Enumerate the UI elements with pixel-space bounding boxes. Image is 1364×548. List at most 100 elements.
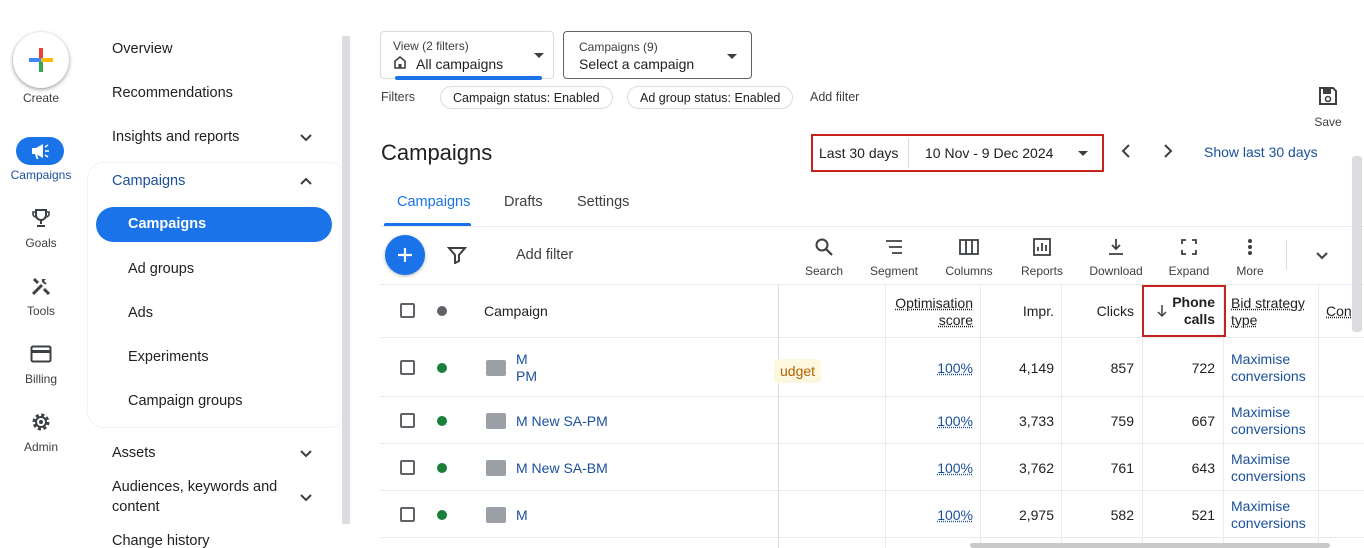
nav-item-campaign-groups[interactable]: Campaign groups xyxy=(128,393,242,409)
optimisation-score[interactable]: 100% xyxy=(885,507,973,523)
nav-item-experiments[interactable]: Experiments xyxy=(128,349,209,365)
table-horizontal-scrollbar[interactable] xyxy=(970,543,1330,548)
optimisation-score[interactable]: 100% xyxy=(885,413,973,429)
add-filter-link[interactable]: Add filter xyxy=(810,90,859,104)
row-checkbox[interactable] xyxy=(400,460,415,475)
nav-item-insights[interactable]: Insights and reports xyxy=(112,129,239,145)
toolbar-download[interactable]: Download xyxy=(1086,236,1146,278)
bid-strategy[interactable]: Maximise conversions xyxy=(1231,451,1306,485)
header-phone-calls[interactable]: Phone calls xyxy=(1170,294,1215,328)
campaign-name-link[interactable]: M xyxy=(516,507,528,523)
rail-item-billing[interactable] xyxy=(27,342,55,366)
tab-campaigns[interactable]: Campaigns xyxy=(397,194,470,210)
row-checkbox[interactable] xyxy=(400,507,415,522)
date-separator xyxy=(908,138,909,168)
header-impressions[interactable]: Impr. xyxy=(980,303,1054,319)
view-selector[interactable]: View (2 filters) All campaigns xyxy=(380,31,554,80)
toolbar-search[interactable]: Search xyxy=(802,236,846,278)
show-last-30-days-link[interactable]: Show last 30 days xyxy=(1204,144,1318,160)
header-opt-line2: score xyxy=(938,312,973,328)
row-divider xyxy=(380,537,1364,538)
toolbar-columns[interactable]: Columns xyxy=(942,236,996,278)
nav-item-assets[interactable]: Assets xyxy=(112,445,156,461)
select-all-checkbox[interactable] xyxy=(400,303,415,318)
row-checkbox[interactable] xyxy=(400,413,415,428)
add-button[interactable] xyxy=(385,235,425,275)
nav-scrollbar[interactable] xyxy=(342,36,350,524)
optimisation-score[interactable]: 100% xyxy=(885,460,973,476)
toolbar-segment[interactable]: Segment xyxy=(868,236,920,278)
date-range-picker[interactable]: Last 30 days 10 Nov - 9 Dec 2024 xyxy=(811,134,1104,172)
campaign-name-link[interactable]: M PM xyxy=(516,351,537,385)
rail-item-campaigns[interactable] xyxy=(16,137,64,165)
nav-item-campaigns-active[interactable]: Campaigns xyxy=(96,207,332,242)
expand-icon xyxy=(1181,239,1197,255)
clicks: 759 xyxy=(1110,413,1134,429)
optimisation-score[interactable]: 100% xyxy=(885,360,973,376)
status-enabled-dot xyxy=(437,510,447,520)
impressions: 4,149 xyxy=(1018,360,1054,376)
megaphone-icon xyxy=(32,144,49,159)
date-preset-label: Last 30 days xyxy=(819,145,899,161)
nav-item-recommendations[interactable]: Recommendations xyxy=(112,85,233,101)
rail-item-admin[interactable] xyxy=(27,410,55,434)
dropdown-arrow-icon xyxy=(534,53,544,58)
chevron-up-icon[interactable] xyxy=(298,173,314,189)
nav-item-ads[interactable]: Ads xyxy=(128,305,153,321)
save-button[interactable]: Save xyxy=(1310,86,1346,129)
limited-budget-badge[interactable]: udget xyxy=(774,359,822,383)
status-enabled-dot xyxy=(437,363,447,373)
campaign-selector[interactable]: Campaigns (9) Select a campaign xyxy=(563,31,752,79)
bid-strategy[interactable]: Maximise conversions xyxy=(1231,498,1306,532)
filter-chip-campaign-status[interactable]: Campaign status: Enabled xyxy=(440,86,613,109)
header-campaign[interactable]: Campaign xyxy=(484,303,548,319)
header-phone-line2: calls xyxy=(1183,311,1215,327)
columns-icon xyxy=(959,239,979,255)
left-rail: Create Campaigns Goals Tools Billing Adm… xyxy=(0,0,82,548)
nav-item-ad-groups[interactable]: Ad groups xyxy=(128,261,194,277)
tab-drafts[interactable]: Drafts xyxy=(504,194,543,210)
chevron-left-icon[interactable] xyxy=(1118,143,1134,159)
tab-settings[interactable]: Settings xyxy=(577,194,629,210)
reports-icon xyxy=(1033,238,1051,256)
table-vertical-scrollbar[interactable] xyxy=(1352,156,1362,332)
filter-icon[interactable] xyxy=(447,246,467,264)
trophy-icon xyxy=(32,209,50,227)
tools-icon xyxy=(31,277,51,296)
row-checkbox[interactable] xyxy=(400,360,415,375)
header-conversions[interactable]: Con xyxy=(1326,303,1352,319)
chevron-down-icon[interactable] xyxy=(1314,248,1330,264)
toolbar-separator xyxy=(1286,240,1287,270)
chevron-down-icon[interactable] xyxy=(298,130,314,146)
column-divider xyxy=(1318,285,1319,548)
chevron-down-icon[interactable] xyxy=(298,490,314,506)
nav-item-campaigns-active-label: Campaigns xyxy=(128,216,207,232)
header-optimisation-score[interactable]: Optimisation score xyxy=(885,295,973,329)
campaign-name-link[interactable]: M New SA-PM xyxy=(516,413,608,429)
nav-item-campaigns-group[interactable]: Campaigns xyxy=(112,173,185,189)
campaign-name-line1: M xyxy=(516,351,528,367)
phone-calls: 643 xyxy=(1191,460,1215,476)
chevron-right-icon[interactable] xyxy=(1160,143,1176,159)
create-button[interactable] xyxy=(13,32,69,88)
header-bid-strategy-type[interactable]: Bid strategy type xyxy=(1231,295,1305,329)
bid-strategy[interactable]: Maximise conversions xyxy=(1231,404,1306,438)
nav-item-change-history[interactable]: Change history xyxy=(112,533,210,548)
gear-icon xyxy=(32,413,50,431)
nav-item-audiences[interactable]: Audiences, keywords and content xyxy=(112,479,277,515)
toolbar-reports[interactable]: Reports xyxy=(1018,236,1066,278)
status-header-dot xyxy=(437,306,447,316)
nav-item-overview[interactable]: Overview xyxy=(112,41,172,57)
toolbar-expand[interactable]: Expand xyxy=(1166,236,1212,278)
add-filter-toolbar[interactable]: Add filter xyxy=(516,247,573,263)
bid-strategy[interactable]: Maximise conversions xyxy=(1231,351,1306,385)
toolbar-more[interactable]: More xyxy=(1232,236,1268,278)
campaign-name-link[interactable]: M New SA-BM xyxy=(516,460,608,476)
tab-active-indicator xyxy=(384,223,471,226)
header-clicks[interactable]: Clicks xyxy=(1061,303,1134,319)
bid-strategy-line1: Maximise xyxy=(1231,451,1291,467)
rail-item-tools[interactable] xyxy=(27,274,55,298)
chevron-down-icon[interactable] xyxy=(298,446,314,462)
rail-item-goals[interactable] xyxy=(27,206,55,230)
filter-chip-ad-group-status[interactable]: Ad group status: Enabled xyxy=(627,86,794,109)
